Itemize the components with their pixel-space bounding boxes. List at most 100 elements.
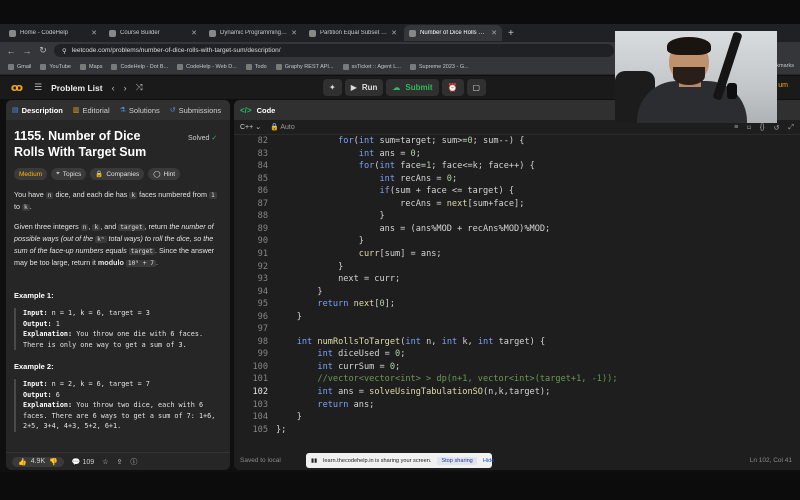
comment-icon: 💬 xyxy=(71,458,81,466)
bookmark-icon xyxy=(40,63,47,70)
back-icon[interactable]: ← xyxy=(6,46,16,56)
bookmark[interactable]: CodeHelp - Dot B... xyxy=(111,63,168,70)
close-tab-icon[interactable]: ✕ xyxy=(191,29,197,37)
code-editor[interactable]: 82 for(int sum=target; sum>=0; sum--) {8… xyxy=(234,135,800,450)
close-tab-icon[interactable]: ✕ xyxy=(291,29,297,37)
browser-tab-active[interactable]: Number of Dice Rolls With Ta✕ xyxy=(404,25,502,41)
line-number: 103 xyxy=(252,399,268,410)
braces-icon[interactable]: {} xyxy=(760,124,765,132)
code-line[interactable]: 83 int ans = 0; xyxy=(234,149,800,162)
code-line[interactable]: 97 xyxy=(234,324,800,337)
code-line[interactable]: 94 } xyxy=(234,287,800,300)
bookmark[interactable]: YouTube xyxy=(40,63,71,70)
thumbs-down-icon[interactable]: 👎 xyxy=(49,458,58,466)
example-explanation: Explanation: You throw one die with 6 fa… xyxy=(23,330,204,349)
line-number: 104 xyxy=(252,412,268,423)
browser-tab[interactable]: Partition Equal Subset Sum -✕ xyxy=(304,25,402,41)
prev-problem-icon[interactable]: ‹ xyxy=(112,83,115,93)
code-line[interactable]: 87 recAns = next[sum+face]; xyxy=(234,199,800,212)
close-tab-icon[interactable]: ✕ xyxy=(391,29,397,37)
bookmark[interactable]: Todo xyxy=(245,63,267,70)
debug-button[interactable]: ✦ xyxy=(323,79,342,96)
code-line[interactable]: 88 } xyxy=(234,211,800,224)
example-input: Input: n = 2, k = 6, target = 7 xyxy=(23,380,150,388)
code-line[interactable]: 82 for(int sum=target; sum>=0; sum--) { xyxy=(234,136,800,149)
hint-chip[interactable]: ◯ Hint xyxy=(148,168,181,180)
format-icon[interactable]: ≡ xyxy=(734,124,738,132)
share-icon[interactable]: ⇪ xyxy=(116,458,122,466)
code-line[interactable]: 90 } xyxy=(234,236,800,249)
example-heading: Example 2: xyxy=(14,362,54,371)
tab-editorial[interactable]: ▥ Editorial xyxy=(73,106,110,115)
submit-button[interactable]: ☁ Submit xyxy=(386,79,439,96)
timer-button[interactable]: ⏰ xyxy=(441,79,464,96)
next-problem-icon[interactable]: › xyxy=(124,83,127,93)
code-line[interactable]: 104 } xyxy=(234,412,800,425)
tab-submissions[interactable]: ↺ Submissions xyxy=(170,106,221,115)
description-paragraph: You have n dice, and each die has k face… xyxy=(14,190,217,211)
code-line[interactable]: 105}; xyxy=(234,425,800,438)
shuffle-icon[interactable]: ⤨ xyxy=(136,82,143,93)
code-line[interactable]: 91 curr[sum] = ans; xyxy=(234,249,800,262)
description-body: 1155. Number of Dice Rolls With Target S… xyxy=(6,120,230,432)
code-line[interactable]: 92 } xyxy=(234,262,800,275)
code-line[interactable]: 96 } xyxy=(234,312,800,325)
problem-title: 1155. Number of Dice Rolls With Target S… xyxy=(14,129,147,159)
expand-icon[interactable]: ⤢ xyxy=(788,124,794,132)
reload-icon[interactable]: ↻ xyxy=(38,45,48,56)
bookmark[interactable]: Supreme 2023 - G... xyxy=(409,63,469,70)
code-line[interactable]: 100 int currSum = 0; xyxy=(234,362,800,375)
problem-list-link[interactable]: Problem List xyxy=(51,83,102,93)
companies-chip[interactable]: 🔒 Companies xyxy=(90,168,145,180)
code-line[interactable]: 93 next = curr; xyxy=(234,274,800,287)
code-line[interactable]: 84 for(int face=1; face<=k; face++) { xyxy=(234,161,800,174)
hide-button[interactable]: Hide xyxy=(483,458,495,464)
tab-solutions[interactable]: ⚗ Solutions xyxy=(120,106,160,115)
run-button[interactable]: ▶ Run xyxy=(344,79,384,96)
line-number: 87 xyxy=(257,198,268,209)
like-button[interactable]: 👍 4.9K 👎 xyxy=(12,456,64,467)
topics-chip[interactable]: ⌖ Topics xyxy=(51,168,87,180)
star-icon[interactable]: ☆ xyxy=(102,458,108,466)
browser-tab[interactable]: Home - CodeHelp ✕ xyxy=(4,25,102,41)
code-line[interactable]: 85 int recAns = 0; xyxy=(234,174,800,187)
code-line[interactable]: 98 int numRollsToTarget(int n, int k, in… xyxy=(234,337,800,350)
bookmark[interactable]: Maps xyxy=(80,63,102,70)
language-select[interactable]: C++ ⌄ xyxy=(240,123,261,131)
comments-button[interactable]: 💬 109 xyxy=(72,458,94,466)
close-tab-icon[interactable]: ✕ xyxy=(91,29,97,37)
code-line[interactable]: 95 return next[0]; xyxy=(234,299,800,312)
url-input[interactable]: ⚲ leetcode.com/problems/number-of-dice-r… xyxy=(54,44,614,57)
code-line[interactable]: 86 if(sum + face <= target) { xyxy=(234,186,800,199)
stop-sharing-button[interactable]: Stop sharing xyxy=(437,456,477,465)
code-line[interactable]: 103 return ans; xyxy=(234,400,800,413)
code-text: next = curr; xyxy=(276,274,401,285)
tab-description[interactable]: ▤ Description xyxy=(12,106,63,115)
new-tab-icon[interactable]: + xyxy=(504,28,518,39)
leetcode-logo-icon[interactable]: ꝏ xyxy=(9,80,25,96)
forward-icon[interactable]: → xyxy=(22,46,32,56)
code-line[interactable]: 102 int ans = solveUsingTabulationSO(n,k… xyxy=(234,387,800,400)
bookmark-icon[interactable]: ⌑ xyxy=(747,124,751,132)
code-line[interactable]: 101 //vector<vector<int> > dp(n+1, vecto… xyxy=(234,374,800,387)
premium-link[interactable]: um xyxy=(778,82,788,89)
help-icon[interactable]: ⓘ xyxy=(130,457,137,467)
reset-icon[interactable]: ↺ xyxy=(774,124,780,132)
bookmark[interactable]: ssTicket :: Agent L... xyxy=(342,63,401,70)
all-bookmarks[interactable]: rkmarks xyxy=(774,63,794,69)
site-info-icon[interactable]: ⚲ xyxy=(62,47,67,55)
line-number: 96 xyxy=(257,311,268,322)
bookmark[interactable]: Graphy REST API... xyxy=(275,63,334,70)
code-line[interactable]: 99 int diceUsed = 0; xyxy=(234,349,800,362)
bookmark[interactable]: Gmail xyxy=(8,63,31,70)
favicon-icon xyxy=(109,29,116,37)
notes-button[interactable]: ▢ xyxy=(466,79,487,96)
browser-tab[interactable]: Course Builder ✕ xyxy=(104,25,202,41)
close-tab-icon[interactable]: ✕ xyxy=(491,29,497,37)
browser-tab[interactable]: Dynamic Programming Cl ✕ xyxy=(204,25,302,41)
bookmark[interactable]: CodeHelp - Web D... xyxy=(177,63,237,70)
code-text: return next[0]; xyxy=(317,299,396,310)
auto-mode[interactable]: 🔒 Auto xyxy=(270,123,295,131)
list-icon[interactable]: ☰ xyxy=(34,82,42,93)
code-line[interactable]: 89 ans = (ans%MOD + recAns%MOD)%MOD; xyxy=(234,224,800,237)
